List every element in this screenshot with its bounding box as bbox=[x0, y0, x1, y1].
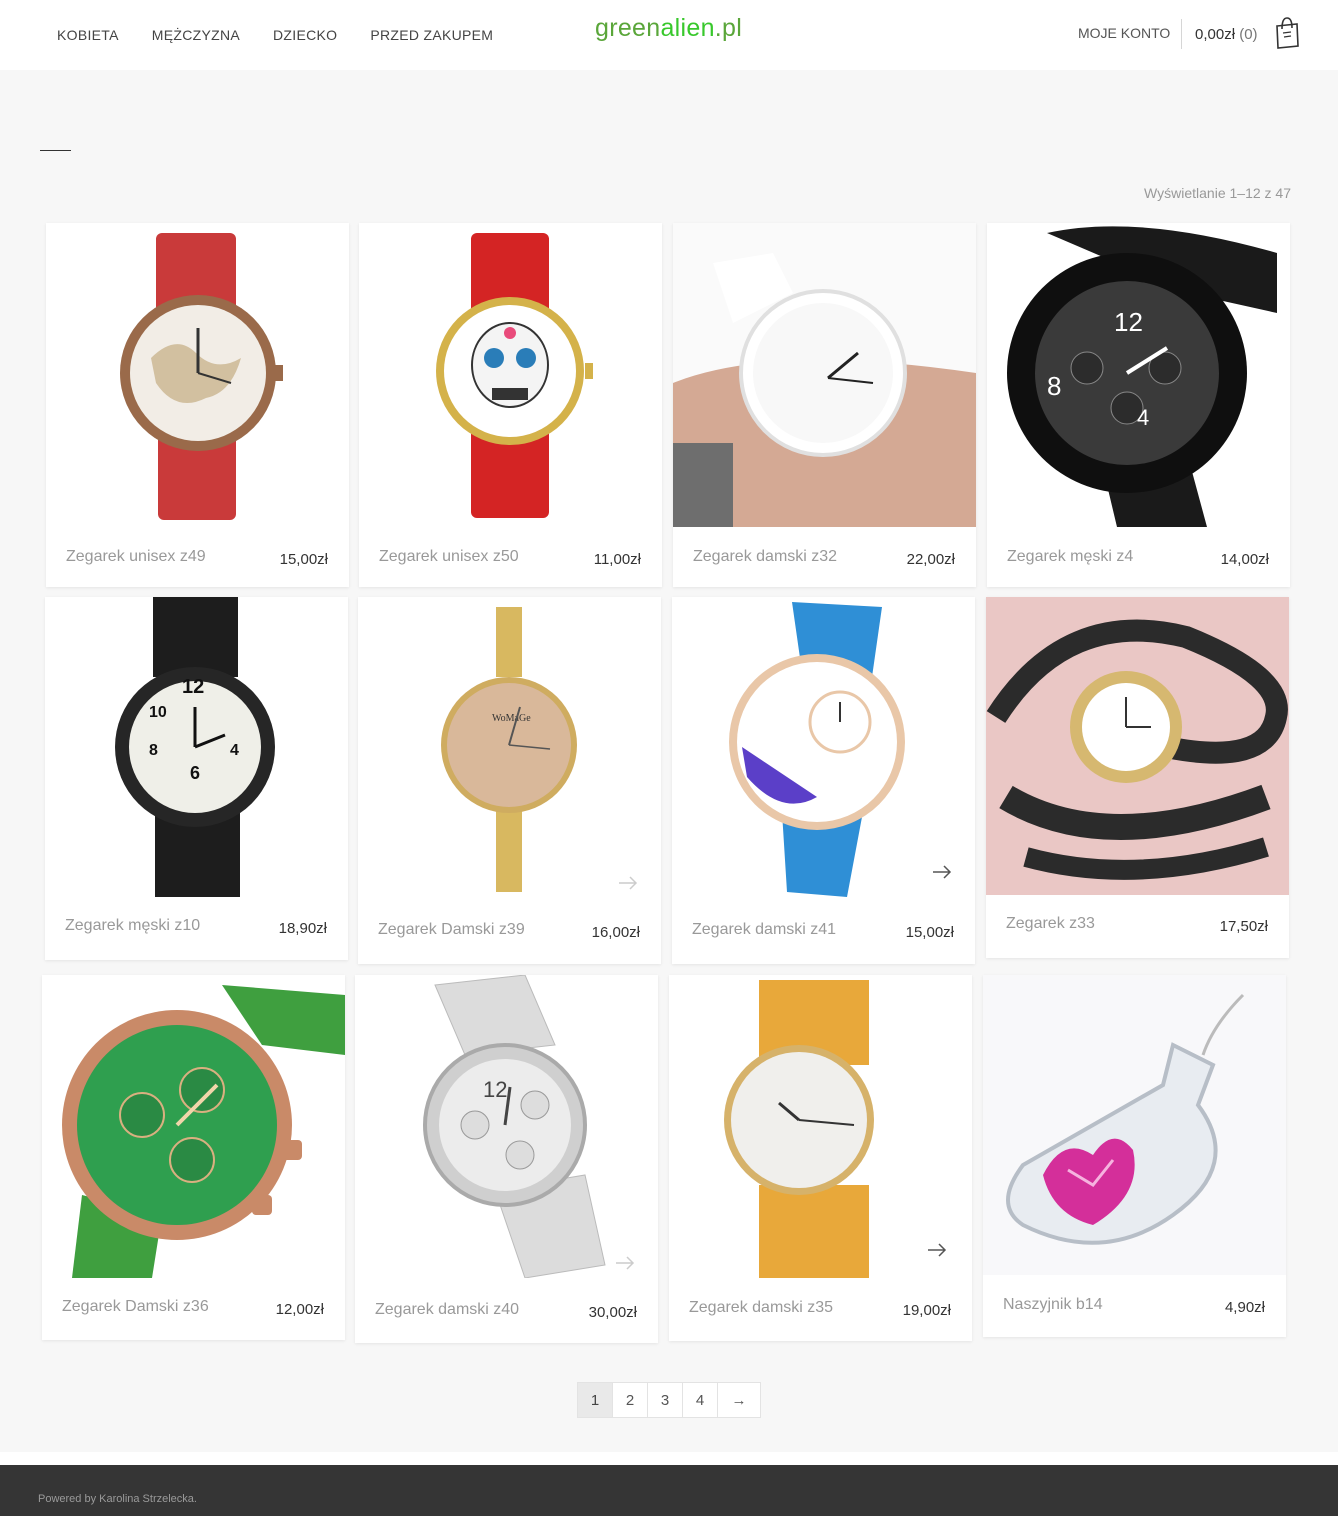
page-title-dash bbox=[40, 150, 71, 151]
svg-text:6: 6 bbox=[190, 763, 200, 783]
product-name[interactable]: Zegarek damski z40 bbox=[375, 1301, 519, 1319]
cart-amount: 0,00zł bbox=[1195, 26, 1236, 43]
product-image-gold-mesh-watch[interactable] bbox=[669, 975, 972, 1278]
nav-item-przed-zakupem[interactable]: PRZED ZAKUPEM bbox=[370, 26, 493, 44]
arrow-right-icon[interactable] bbox=[917, 1230, 957, 1270]
page-1: 1 bbox=[578, 1383, 613, 1417]
shopping-bag-icon[interactable] bbox=[1274, 17, 1300, 49]
product-price: 15,00zł bbox=[905, 924, 954, 941]
site-logo[interactable]: greenalien.pl bbox=[595, 14, 742, 43]
product-image-skull-watch[interactable] bbox=[359, 223, 662, 527]
product-image-silver-crystal-watch[interactable]: 12 bbox=[355, 975, 658, 1278]
product-image-black-sport-watch[interactable]: 12 8 4 bbox=[987, 223, 1290, 527]
svg-text:8: 8 bbox=[149, 742, 158, 759]
product-name[interactable]: Zegarek Damski z36 bbox=[62, 1298, 209, 1316]
product-image-red-map-watch[interactable] bbox=[46, 223, 349, 527]
page-3[interactable]: 3 bbox=[648, 1383, 683, 1417]
product-price: 4,90zł bbox=[1224, 1299, 1265, 1316]
page-4[interactable]: 4 bbox=[683, 1383, 718, 1417]
product-name[interactable]: Zegarek unisex z49 bbox=[66, 548, 206, 566]
product-card[interactable]: Naszyjnik b14 4,90zł bbox=[983, 975, 1286, 1337]
svg-text:12: 12 bbox=[483, 1077, 507, 1102]
footer-spacer bbox=[0, 1452, 1338, 1465]
product-card[interactable]: 12 8 4 Zegarek męski z4 14,00zł bbox=[987, 223, 1290, 587]
product-name[interactable]: Zegarek damski z32 bbox=[693, 548, 837, 566]
product-card[interactable]: Zegarek unisex z50 11,00zł bbox=[359, 223, 662, 587]
product-name[interactable]: Zegarek unisex z50 bbox=[379, 548, 519, 566]
svg-text:10: 10 bbox=[149, 704, 167, 721]
svg-text:12: 12 bbox=[182, 676, 204, 698]
product-card[interactable]: 12 10 8 4 6 Zegarek męski z10 18,90zł bbox=[45, 597, 348, 960]
cart-total[interactable]: 0,00zł (0) bbox=[1195, 26, 1258, 43]
product-name[interactable]: Zegarek Damski z39 bbox=[378, 921, 525, 939]
product-card[interactable]: Zegarek Damski z36 12,00zł bbox=[42, 975, 345, 1340]
svg-text:4: 4 bbox=[1137, 405, 1149, 430]
product-image-gold-womage-watch[interactable]: WoMaGe bbox=[358, 597, 661, 901]
nav-item-mezczyzna[interactable]: MĘŻCZYZNA bbox=[152, 26, 240, 44]
product-name[interactable]: Zegarek męski z10 bbox=[65, 917, 200, 935]
product-price: 17,50zł bbox=[1219, 918, 1268, 935]
product-card[interactable]: Zegarek damski z35 19,00zł bbox=[669, 975, 972, 1341]
svg-text:12: 12 bbox=[1114, 307, 1143, 337]
site-header: KOBIETA MĘŻCZYZNA DZIECKO PRZED ZAKUPEM … bbox=[0, 0, 1338, 70]
cart-count: (0) bbox=[1239, 26, 1258, 43]
product-price: 16,00zł bbox=[591, 924, 640, 941]
product-card[interactable]: Zegarek damski z32 22,00zł bbox=[673, 223, 976, 587]
product-image-military-watch[interactable]: 12 10 8 4 6 bbox=[45, 597, 348, 897]
product-image-wrap-bracelet-watch[interactable] bbox=[986, 597, 1289, 895]
logo-part-alien: alien bbox=[660, 14, 715, 42]
pagination: 1 2 3 4 → bbox=[577, 1382, 761, 1418]
product-card[interactable]: Zegarek z33 17,50zł bbox=[986, 597, 1289, 958]
product-price: 14,00zł bbox=[1220, 551, 1269, 568]
footer-credit: Powered by Karolina Strzelecka. bbox=[38, 1493, 197, 1505]
product-price: 15,00zł bbox=[279, 551, 328, 568]
arrow-right-icon[interactable] bbox=[608, 863, 648, 901]
product-price: 19,00zł bbox=[902, 1302, 951, 1319]
header-divider bbox=[1181, 19, 1182, 49]
site-footer: Powered by Karolina Strzelecka. bbox=[0, 1465, 1338, 1516]
logo-part-green: green bbox=[595, 14, 661, 42]
result-count: Wyświetlanie 1–12 z 47 bbox=[1144, 185, 1291, 201]
product-name[interactable]: Zegarek damski z41 bbox=[692, 921, 836, 939]
nav-item-dziecko[interactable]: DZIECKO bbox=[273, 26, 337, 44]
product-name[interactable]: Naszyjnik b14 bbox=[1003, 1296, 1103, 1314]
svg-text:4: 4 bbox=[230, 742, 239, 759]
product-price: 12,00zł bbox=[275, 1301, 324, 1318]
product-price: 22,00zł bbox=[906, 551, 955, 568]
product-card[interactable]: 12 Zegarek damski z40 30,00zł bbox=[355, 975, 658, 1343]
main-nav: KOBIETA MĘŻCZYZNA DZIECKO PRZED ZAKUPEM bbox=[57, 26, 526, 44]
logo-part-pl: .pl bbox=[714, 14, 743, 42]
nav-item-kobieta[interactable]: KOBIETA bbox=[57, 26, 119, 44]
product-card[interactable]: Zegarek damski z41 15,00zł bbox=[672, 597, 975, 964]
svg-text:WoMaGe: WoMaGe bbox=[492, 713, 531, 724]
product-image-heart-bottle-necklace[interactable] bbox=[983, 975, 1286, 1275]
product-image-blue-crystal-watch[interactable] bbox=[672, 597, 975, 901]
next-page-button[interactable]: → bbox=[718, 1383, 760, 1417]
arrow-right-icon[interactable] bbox=[605, 1243, 645, 1278]
product-name[interactable]: Zegarek damski z35 bbox=[689, 1299, 833, 1317]
product-name[interactable]: Zegarek męski z4 bbox=[1007, 548, 1133, 566]
my-account-link[interactable]: MOJE KONTO bbox=[1078, 25, 1170, 41]
svg-text:8: 8 bbox=[1047, 371, 1061, 401]
product-price: 11,00zł bbox=[593, 551, 641, 568]
product-card[interactable]: Zegarek unisex z49 15,00zł bbox=[46, 223, 349, 587]
product-price: 30,00zł bbox=[588, 1304, 637, 1321]
product-card[interactable]: WoMaGe Zegarek Damski z39 16,00zł bbox=[358, 597, 661, 964]
product-image-white-watch-wrist[interactable] bbox=[673, 223, 976, 527]
product-name[interactable]: Zegarek z33 bbox=[1006, 915, 1095, 933]
arrow-right-icon[interactable] bbox=[922, 852, 962, 892]
product-image-green-watch[interactable] bbox=[42, 975, 345, 1278]
page-2[interactable]: 2 bbox=[613, 1383, 648, 1417]
product-price: 18,90zł bbox=[278, 920, 327, 937]
